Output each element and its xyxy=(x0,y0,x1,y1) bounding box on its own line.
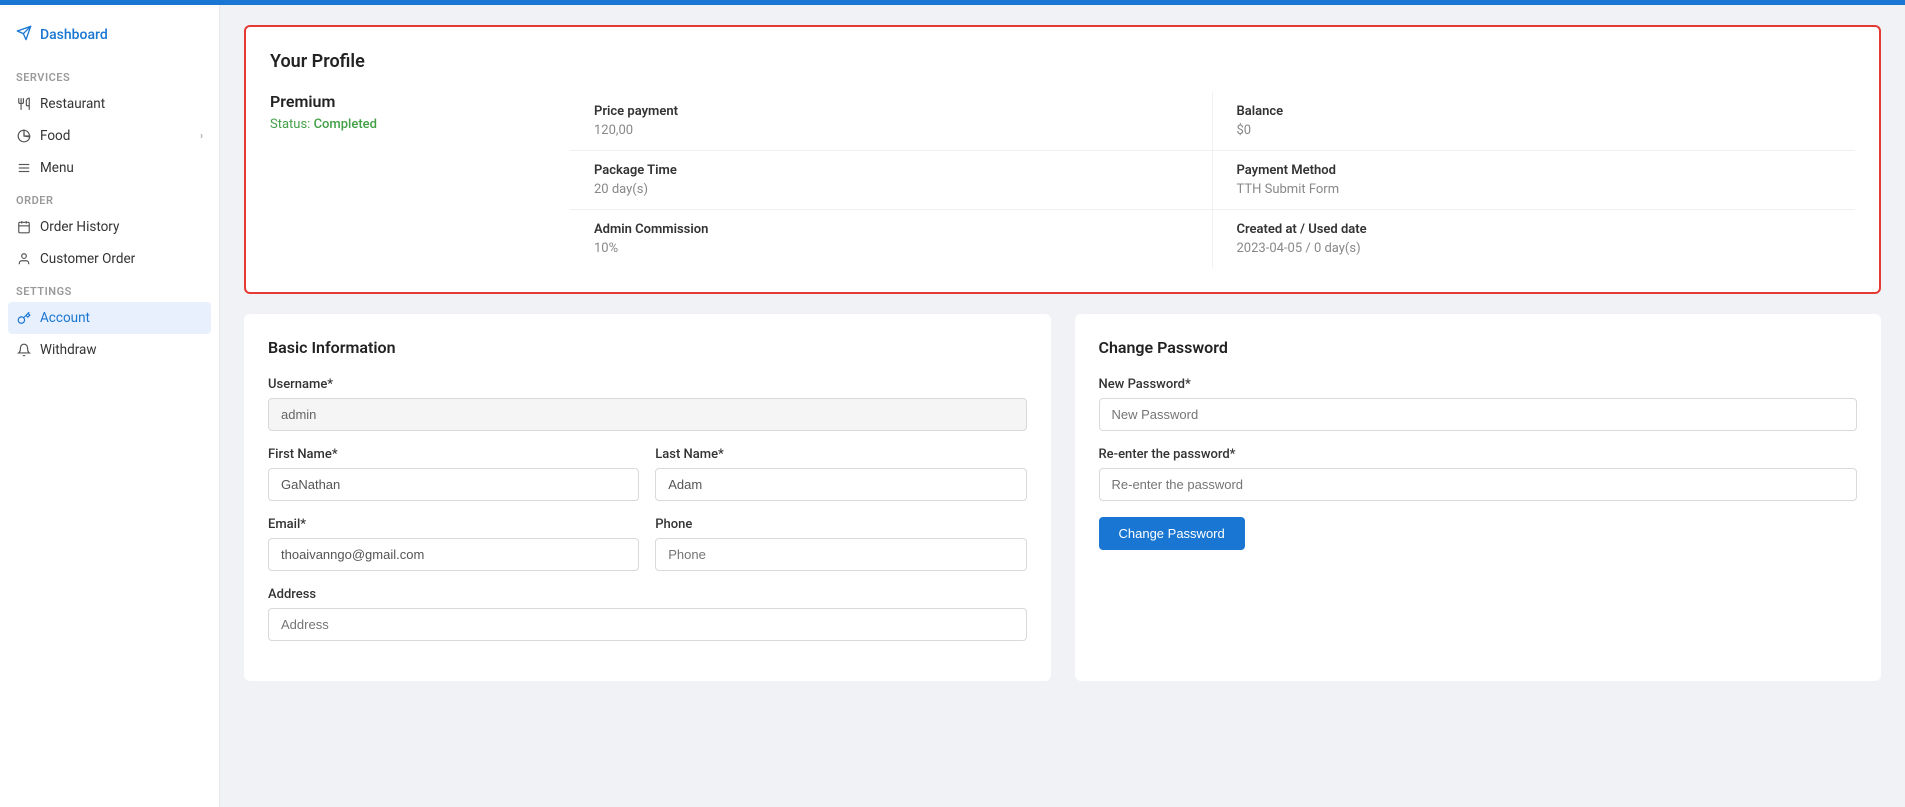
bottom-section: Basic Information Username* First Name* … xyxy=(244,314,1881,681)
stat-balance: Balance $0 xyxy=(1213,92,1856,151)
firstname-input[interactable] xyxy=(268,468,639,501)
profile-card-title: Your Profile xyxy=(270,51,1855,72)
sidebar-item-menu[interactable]: Menu xyxy=(0,152,219,184)
sidebar-item-restaurant[interactable]: Restaurant xyxy=(0,88,219,120)
customer-order-icon xyxy=(16,251,32,267)
dashboard-logo[interactable]: Dashboard xyxy=(0,17,219,61)
phone-label: Phone xyxy=(655,517,1026,532)
sidebar-item-label: Order History xyxy=(40,219,119,235)
new-password-group: New Password* xyxy=(1099,377,1858,431)
withdraw-icon xyxy=(16,342,32,358)
stat-value: 2023-04-05 / 0 day(s) xyxy=(1237,241,1832,256)
settings-section-label: SETTINGS xyxy=(0,275,219,302)
re-enter-password-input[interactable] xyxy=(1099,468,1858,501)
basic-info-title: Basic Information xyxy=(268,338,1027,357)
stat-label: Created at / Used date xyxy=(1237,222,1832,237)
new-password-input[interactable] xyxy=(1099,398,1858,431)
dashboard-label: Dashboard xyxy=(40,27,108,43)
stat-label: Admin Commission xyxy=(594,222,1188,237)
account-icon xyxy=(16,310,32,326)
sidebar: Dashboard SERVICES Restaurant Food › Men… xyxy=(0,5,220,807)
stat-value: 20 day(s) xyxy=(594,182,1188,197)
services-section-label: SERVICES xyxy=(0,61,219,88)
lastname-input[interactable] xyxy=(655,468,1026,501)
sidebar-item-customer-order[interactable]: Customer Order xyxy=(0,243,219,275)
sidebar-item-label: Menu xyxy=(40,160,74,176)
stat-label: Balance xyxy=(1237,104,1832,119)
new-password-label: New Password* xyxy=(1099,377,1858,392)
stat-price-payment: Price payment 120,00 xyxy=(570,92,1213,151)
plan-name: Premium xyxy=(270,92,550,111)
change-password-button[interactable]: Change Password xyxy=(1099,517,1245,550)
stat-value: TTH Submit Form xyxy=(1237,182,1832,197)
email-input[interactable] xyxy=(268,538,639,571)
change-password-title: Change Password xyxy=(1099,338,1858,357)
plan-status: Status: Completed xyxy=(270,117,550,132)
chevron-down-icon: › xyxy=(200,131,203,142)
basic-info-section: Basic Information Username* First Name* … xyxy=(244,314,1051,681)
send-icon xyxy=(16,25,32,45)
sidebar-item-label: Customer Order xyxy=(40,251,135,267)
username-group: Username* xyxy=(268,377,1027,431)
stat-label: Price payment xyxy=(594,104,1188,119)
stat-label: Payment Method xyxy=(1237,163,1832,178)
stat-label: Package Time xyxy=(594,163,1188,178)
stat-admin-commission: Admin Commission 10% xyxy=(570,210,1213,268)
stat-value: 120,00 xyxy=(594,123,1188,138)
profile-stats-grid: Price payment 120,00 Balance $0 Package … xyxy=(570,92,1855,268)
food-icon xyxy=(16,128,32,144)
sidebar-item-label: Restaurant xyxy=(40,96,105,112)
lastname-group: Last Name* xyxy=(655,447,1026,501)
re-enter-password-group: Re-enter the password* xyxy=(1099,447,1858,501)
address-input[interactable] xyxy=(268,608,1027,641)
profile-left: Premium Status: Completed xyxy=(270,92,550,268)
stat-created-date: Created at / Used date 2023-04-05 / 0 da… xyxy=(1213,210,1856,268)
stat-value: $0 xyxy=(1237,123,1832,138)
stat-payment-method: Payment Method TTH Submit Form xyxy=(1213,151,1856,210)
email-group: Email* xyxy=(268,517,639,571)
name-row: First Name* Last Name* xyxy=(268,447,1027,517)
status-label: Status: xyxy=(270,117,310,132)
stat-package-time: Package Time 20 day(s) xyxy=(570,151,1213,210)
lastname-label: Last Name* xyxy=(655,447,1026,462)
firstname-label: First Name* xyxy=(268,447,639,462)
order-history-icon xyxy=(16,219,32,235)
firstname-group: First Name* xyxy=(268,447,639,501)
profile-card: Your Profile Premium Status: Completed P… xyxy=(244,25,1881,294)
address-group: Address xyxy=(268,587,1027,641)
sidebar-item-label: Withdraw xyxy=(40,342,97,358)
email-label: Email* xyxy=(268,517,639,532)
phone-input[interactable] xyxy=(655,538,1026,571)
menu-icon xyxy=(16,160,32,176)
change-password-section: Change Password New Password* Re-enter t… xyxy=(1075,314,1882,681)
username-label: Username* xyxy=(268,377,1027,392)
sidebar-item-account[interactable]: Account xyxy=(8,302,211,334)
restaurant-icon xyxy=(16,96,32,112)
username-input[interactable] xyxy=(268,398,1027,431)
sidebar-item-withdraw[interactable]: Withdraw xyxy=(0,334,219,366)
stat-value: 10% xyxy=(594,241,1188,256)
email-phone-row: Email* Phone xyxy=(268,517,1027,587)
sidebar-item-order-history[interactable]: Order History xyxy=(0,211,219,243)
order-section-label: ORDER xyxy=(0,184,219,211)
sidebar-item-food[interactable]: Food › xyxy=(0,120,219,152)
sidebar-item-label: Account xyxy=(40,310,90,326)
main-content: Your Profile Premium Status: Completed P… xyxy=(220,5,1905,807)
phone-group: Phone xyxy=(655,517,1026,571)
sidebar-item-label: Food xyxy=(40,128,70,144)
address-label: Address xyxy=(268,587,1027,602)
status-value: Completed xyxy=(314,117,377,132)
re-enter-password-label: Re-enter the password* xyxy=(1099,447,1858,462)
